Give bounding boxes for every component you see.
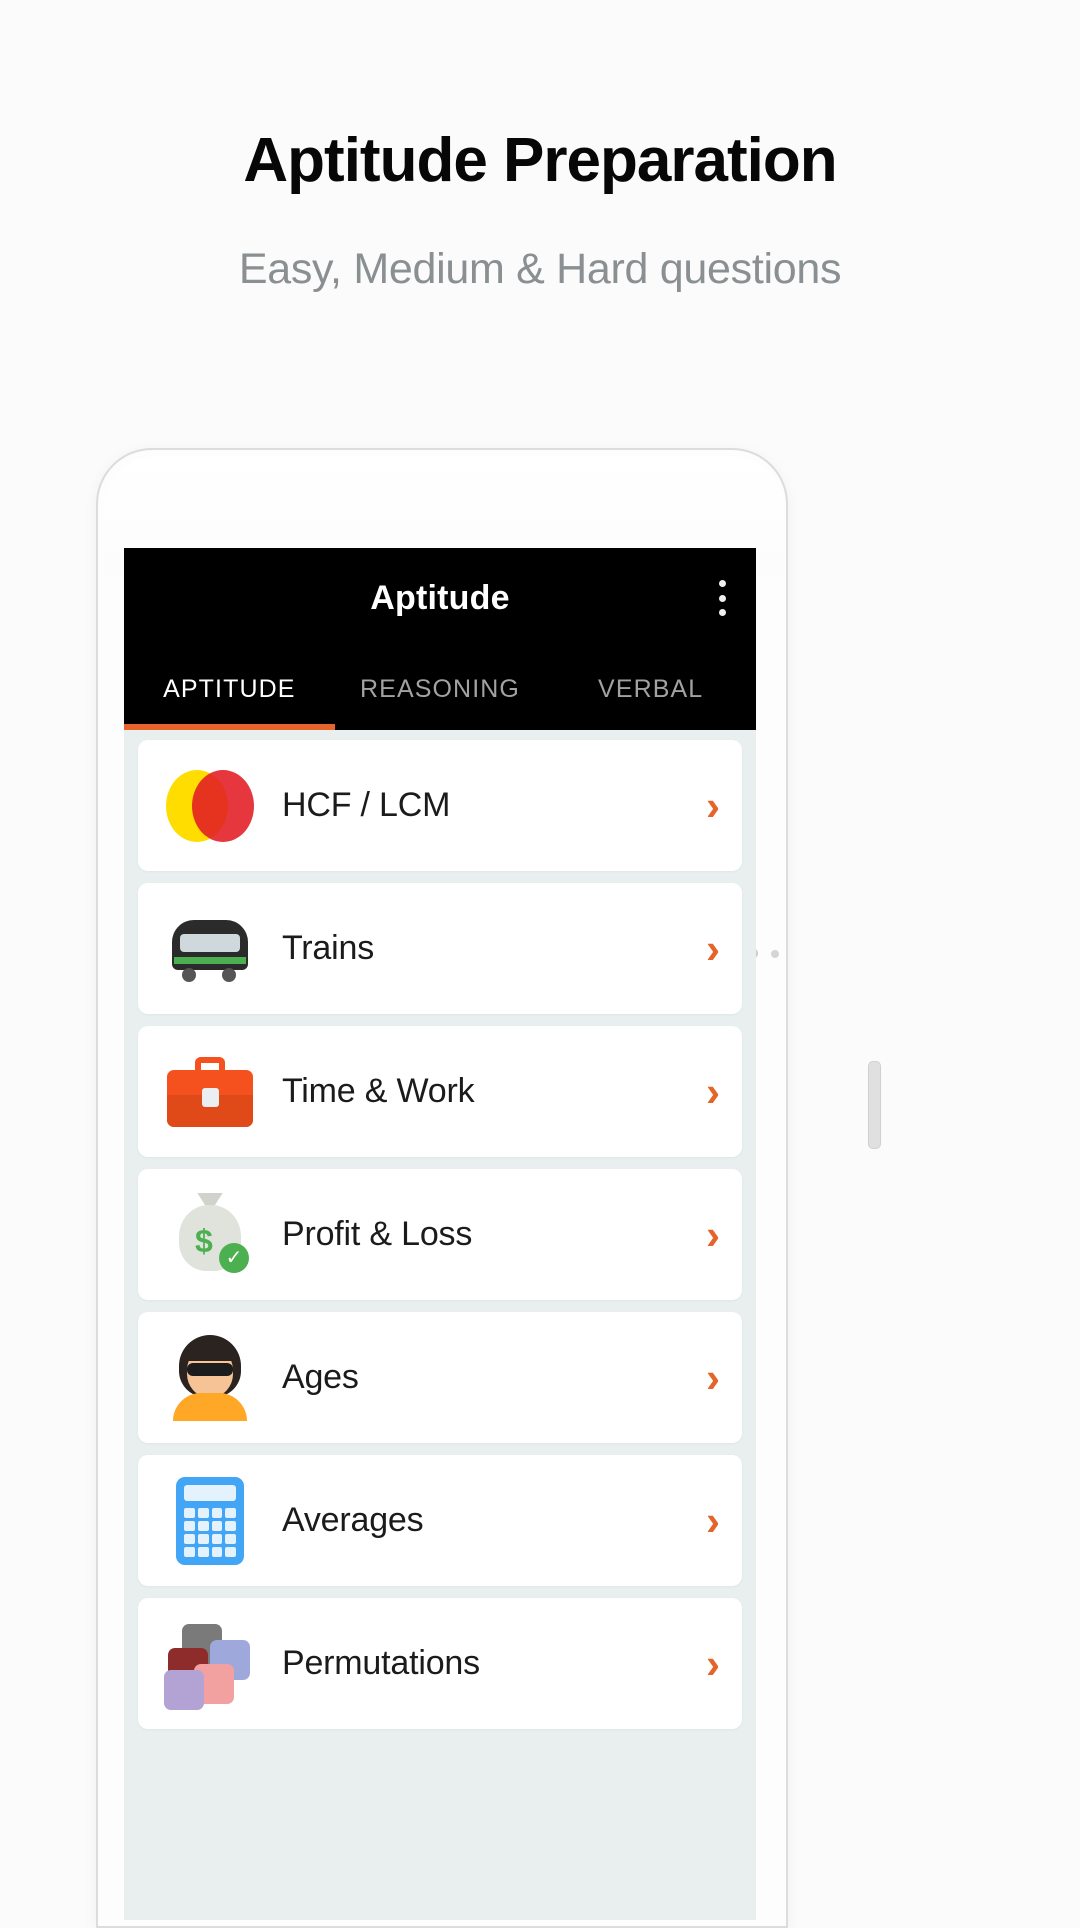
chevron-right-icon[interactable]: › — [680, 927, 720, 970]
tab-aptitude[interactable]: APTITUDE — [124, 648, 335, 730]
dot — [718, 609, 726, 616]
light-sensor-icon — [771, 950, 779, 958]
promo-header: Aptitude Preparation Easy, Medium & Hard… — [0, 0, 1080, 294]
briefcase-icon — [162, 1044, 258, 1140]
money-bag-icon: $ ✓ — [162, 1187, 258, 1283]
tram-icon — [162, 901, 258, 997]
list-item-label: Time & Work — [282, 1072, 475, 1110]
tab-bar: APTITUDE REASONING VERBAL — [124, 648, 756, 730]
list-item[interactable]: Trains › — [138, 883, 742, 1014]
list-item-label: Profit & Loss — [282, 1215, 473, 1253]
tab-label: APTITUDE — [163, 674, 296, 703]
calculator-icon — [162, 1473, 258, 1569]
chevron-right-icon[interactable]: › — [680, 1356, 720, 1399]
chevron-right-icon[interactable]: › — [680, 1499, 720, 1542]
tab-label: VERBAL — [598, 674, 704, 703]
chevron-right-icon[interactable]: › — [680, 784, 720, 827]
list-item[interactable]: Averages › — [138, 1455, 742, 1586]
list-item-label: Trains — [282, 929, 375, 967]
tab-label: REASONING — [360, 674, 520, 703]
topic-list: HCF / LCM › Trains › Time & Work › $ ✓ P… — [124, 730, 756, 1920]
dot — [718, 580, 726, 587]
woman-icon — [162, 1330, 258, 1426]
list-item[interactable]: HCF / LCM › — [138, 740, 742, 871]
chevron-right-icon[interactable]: › — [680, 1642, 720, 1685]
dot — [718, 594, 726, 602]
page-subtitle: Easy, Medium & Hard questions — [238, 245, 842, 294]
list-item-label: Ages — [282, 1358, 359, 1396]
puzzle-pieces-icon — [162, 1616, 258, 1712]
app-bar: Aptitude — [124, 548, 756, 648]
chevron-right-icon[interactable]: › — [680, 1070, 720, 1113]
list-item[interactable]: Ages › — [138, 1312, 742, 1443]
list-item[interactable]: $ ✓ Profit & Loss › — [138, 1169, 742, 1300]
list-item[interactable]: Permutations › — [138, 1598, 742, 1729]
phone-screen: Aptitude APTITUDE REASONING VERBAL HCF /… — [124, 548, 756, 1920]
app-bar-title: Aptitude — [370, 578, 510, 617]
page-title: Aptitude Preparation — [243, 126, 837, 195]
list-item-label: Permutations — [282, 1644, 480, 1682]
list-item-label: Averages — [282, 1501, 424, 1539]
more-vertical-icon[interactable] — [718, 580, 726, 616]
active-tab-indicator — [124, 724, 335, 730]
chevron-right-icon[interactable]: › — [680, 1213, 720, 1256]
venn-circles-icon — [162, 758, 258, 854]
list-item[interactable]: Time & Work › — [138, 1026, 742, 1157]
list-item-label: HCF / LCM — [282, 786, 451, 824]
tab-reasoning[interactable]: REASONING — [335, 648, 546, 730]
power-button[interactable] — [868, 1061, 881, 1149]
tab-verbal[interactable]: VERBAL — [545, 648, 756, 730]
